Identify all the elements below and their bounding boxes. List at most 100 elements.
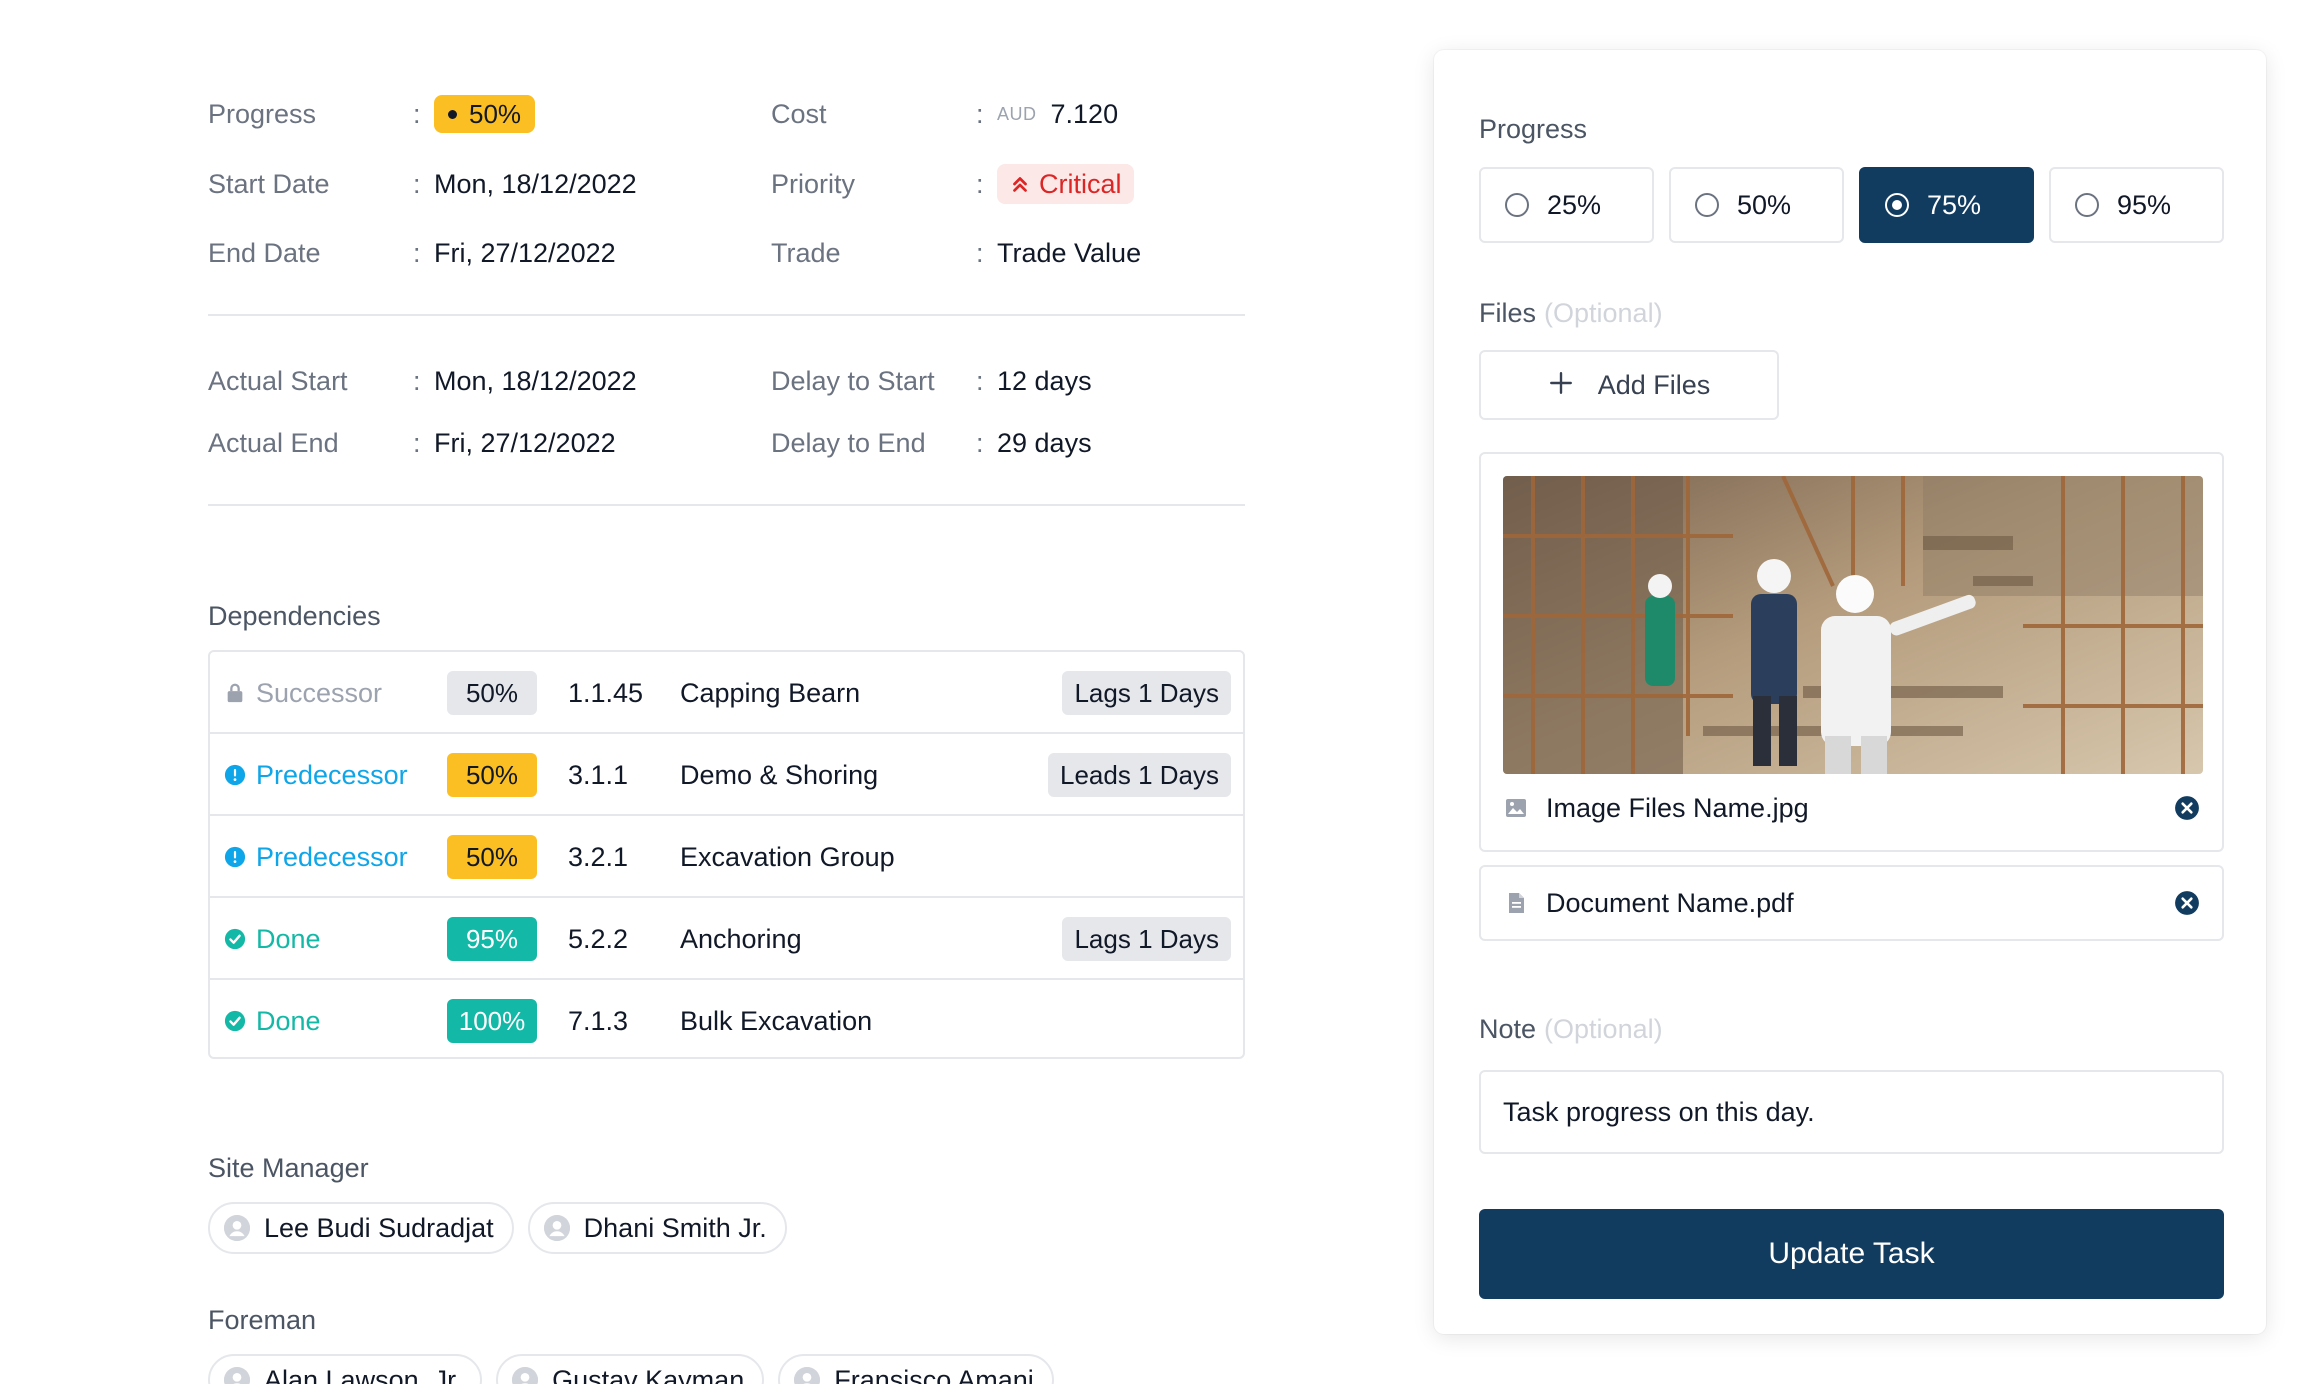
document-file-row: Document Name.pdf (1481, 871, 2222, 935)
lag-badge: Leads 1 Days (1048, 753, 1231, 797)
person-chip[interactable]: Gustav Kayman (496, 1354, 765, 1384)
update-task-button[interactable]: Update Task (1479, 1209, 2224, 1299)
start-date-label: Start Date (208, 168, 330, 199)
trade-label: Trade (771, 237, 841, 268)
files-label-text: Files (1479, 298, 1537, 328)
update-task-panel: Progress 25% 50% 75% 95% Files (Optional)… (1434, 50, 2266, 1334)
dependency-status: Successor (224, 652, 382, 734)
colon: : (413, 237, 421, 268)
table-row[interactable]: Done 95% 5.2.2 Anchoring Lags 1 Days (210, 898, 1243, 980)
progress-field-label: Progress (1479, 114, 1588, 144)
priority-label: Priority (771, 168, 856, 199)
user-avatar-icon (512, 1367, 539, 1384)
status-text: Predecessor (256, 841, 408, 872)
radio-circle-icon (1695, 193, 1719, 217)
plus-icon (1548, 368, 1574, 402)
end-date-label: End Date (208, 237, 321, 268)
radio-label: 95% (2117, 189, 2172, 220)
dependency-status: Predecessor (224, 734, 408, 816)
progress-option-75[interactable]: 75% (1859, 167, 2034, 243)
actual-start-label: Actual Start (208, 365, 348, 396)
radio-label: 25% (1547, 189, 1602, 220)
progress-value: 50% (434, 95, 536, 133)
files-field-label: Files (Optional) (1479, 298, 1663, 329)
person-name: Gustav Kayman (552, 1364, 745, 1384)
colon: : (976, 98, 984, 129)
progress-badge-text: 50% (469, 98, 522, 129)
lag-badge: Lags 1 Days (1062, 671, 1231, 715)
site-manager-title: Site Manager (208, 1153, 369, 1183)
task-code: 1.1.45 (568, 677, 644, 708)
image-file-preview (1503, 476, 2203, 774)
note-field-label: Note (Optional) (1479, 1014, 1663, 1045)
currency-code: AUD (997, 103, 1037, 124)
person-name: Fransisco Amani (834, 1364, 1034, 1384)
document-file-card: Document Name.pdf (1479, 865, 2224, 941)
status-text: Done (256, 1005, 321, 1036)
trade-value: Trade Value (997, 237, 1142, 268)
progress-option-25[interactable]: 25% (1479, 167, 1654, 243)
dependencies-title: Dependencies (208, 601, 381, 631)
table-row[interactable]: Predecessor 50% 3.2.1 Excavation Group (210, 816, 1243, 898)
details-row-3: End Date : Fri, 27/12/2022 Trade : Trade… (208, 233, 1245, 273)
radio-label: 75% (1927, 189, 1982, 220)
check-circle-icon (224, 1010, 246, 1032)
dependency-status: Predecessor (224, 816, 408, 898)
start-date-value: Mon, 18/12/2022 (434, 168, 637, 199)
table-row[interactable]: Done 100% 7.1.3 Bulk Excavation (210, 980, 1243, 1057)
image-icon (1503, 795, 1529, 821)
cost-value: AUD 7.120 (997, 99, 1118, 130)
task-name: Demo & Shoring (680, 759, 879, 790)
colon: : (976, 427, 984, 458)
priority-value: Critical (997, 164, 1134, 204)
person-chip[interactable]: Dhani Smith Jr. (527, 1202, 787, 1254)
delay-start-value: 12 days (997, 365, 1092, 396)
delay-end-label: Delay to End (771, 427, 926, 458)
delay-start-label: Delay to Start (771, 365, 935, 396)
user-avatar-icon (224, 1215, 250, 1241)
user-avatar-icon (543, 1215, 570, 1241)
info-circle-icon (224, 846, 246, 868)
task-name: Bulk Excavation (680, 1005, 873, 1036)
image-file-name: Image Files Name.jpg (1546, 792, 1809, 823)
person-chip[interactable]: Alan Lawson, Jr. (208, 1354, 483, 1384)
close-circle-icon[interactable] (2174, 890, 2200, 916)
dependency-status: Done (224, 980, 321, 1057)
user-avatar-icon (794, 1367, 821, 1384)
info-circle-icon (224, 764, 246, 786)
lag-badge: Lags 1 Days (1062, 917, 1231, 961)
priority-text: Critical (1039, 168, 1122, 199)
table-row[interactable]: Predecessor 50% 3.1.1 Demo & Shoring Lea… (210, 734, 1243, 816)
task-code: 3.1.1 (568, 759, 629, 790)
document-file-name: Document Name.pdf (1546, 887, 1794, 918)
radio-circle-icon (2075, 193, 2099, 217)
colon: : (976, 237, 984, 268)
details-row-2: Start Date : Mon, 18/12/2022 Priority : … (208, 164, 1245, 204)
details-row-5: Actual End : Fri, 27/12/2022 Delay to En… (208, 423, 1245, 463)
dependencies-table: Successor 50% 1.1.45 Capping Bearn Lags … (208, 650, 1245, 1059)
add-files-button[interactable]: Add Files (1479, 350, 1779, 420)
note-input[interactable]: Task progress on this day. (1479, 1070, 2224, 1154)
person-chip[interactable]: Fransisco Amani (778, 1354, 1054, 1384)
task-name: Capping Bearn (680, 677, 861, 708)
person-name: Alan Lawson, Jr. (264, 1364, 463, 1384)
cost-amount: 7.120 (1050, 98, 1119, 129)
end-date-value: Fri, 27/12/2022 (434, 237, 616, 268)
task-code: 7.1.3 (568, 1005, 629, 1036)
task-code: 5.2.2 (568, 923, 629, 954)
lock-icon (224, 682, 246, 704)
percent-badge: 50% (447, 835, 537, 879)
foreman-title: Foreman (208, 1305, 317, 1335)
progress-option-95[interactable]: 95% (2049, 167, 2224, 243)
person-name: Lee Budi Sudradjat (264, 1212, 494, 1243)
progress-badge: 50% (434, 95, 536, 133)
task-name: Anchoring (680, 923, 802, 954)
progress-option-50[interactable]: 50% (1669, 167, 1844, 243)
foreman-list: Alan Lawson, Jr. Gustav Kayman Fransisco… (208, 1354, 1054, 1384)
close-circle-icon[interactable] (2174, 795, 2200, 821)
percent-badge: 50% (447, 753, 537, 797)
dependency-status: Done (224, 898, 321, 980)
table-row[interactable]: Successor 50% 1.1.45 Capping Bearn Lags … (210, 652, 1243, 734)
person-chip[interactable]: Lee Budi Sudradjat (208, 1202, 514, 1254)
add-files-label: Add Files (1597, 369, 1711, 400)
